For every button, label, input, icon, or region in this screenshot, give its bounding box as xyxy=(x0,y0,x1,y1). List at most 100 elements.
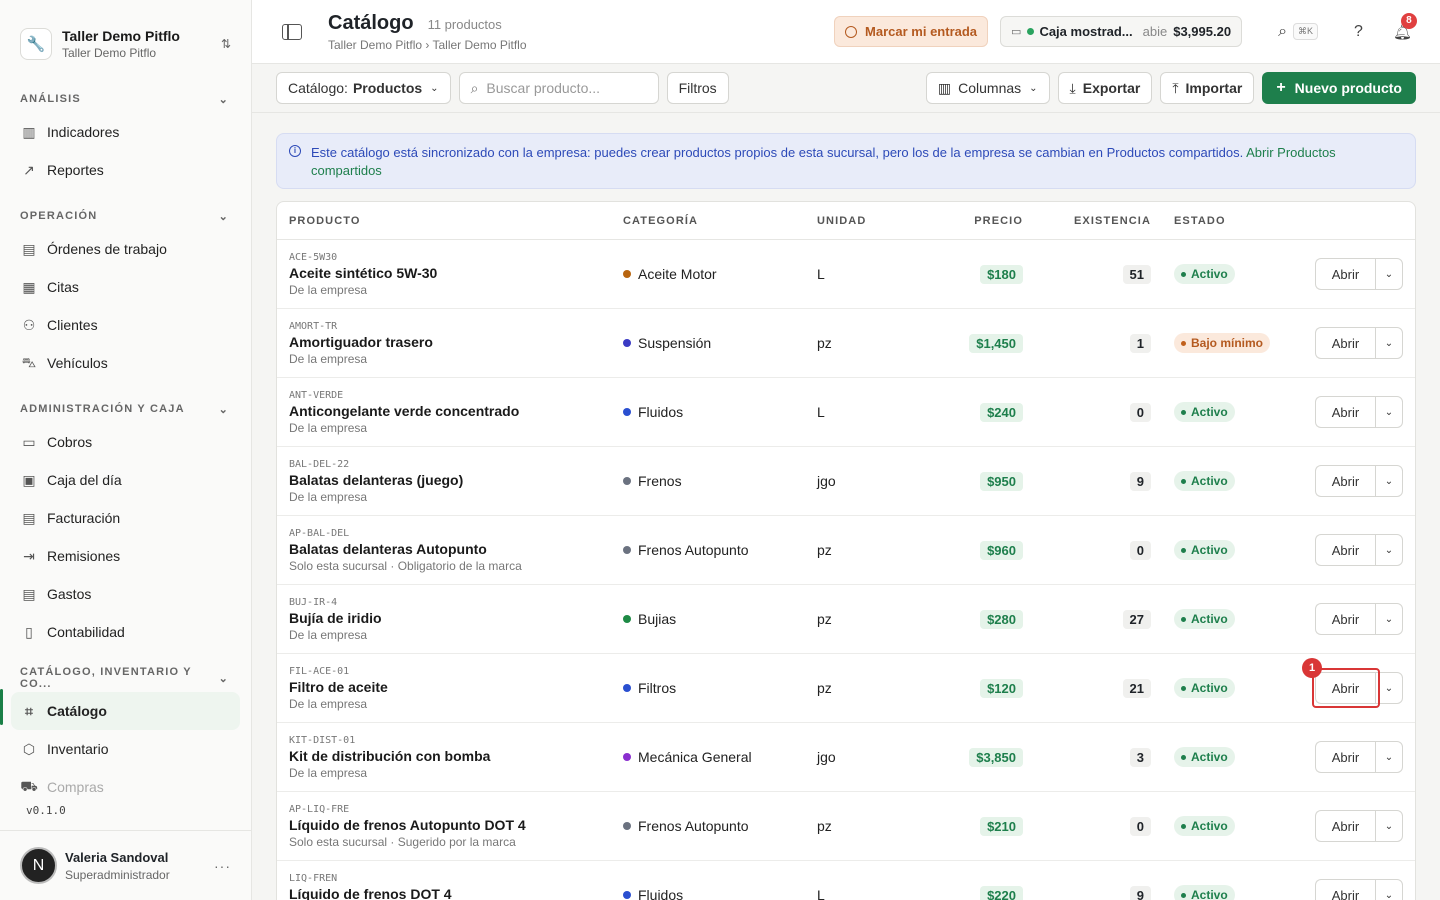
category-label: Fluidos xyxy=(638,887,684,900)
product-name: Balatas delanteras (juego) xyxy=(289,471,464,488)
open-button[interactable]: Abrir xyxy=(1315,603,1375,635)
chevron-down-icon[interactable]: ⌄ xyxy=(1375,258,1403,290)
sidebar-item-facturacion[interactable]: ▤ Facturación xyxy=(0,499,251,537)
sidebar-section-header[interactable]: ANÁLISIS ⌄ xyxy=(0,89,251,109)
cash-register-selector[interactable]: ▭ Caja mostrad... abie $3,995.20 xyxy=(1000,16,1243,47)
chevron-down-icon[interactable]: ⌄ xyxy=(1375,534,1403,566)
product-name: Filtro de aceite xyxy=(289,678,388,695)
chevron-updown-icon[interactable]: ⇅ xyxy=(221,37,231,51)
wrench-icon: 🔧 xyxy=(20,28,52,60)
row-actions: Abrir ⌄ xyxy=(1315,741,1403,773)
chevron-down-icon[interactable]: ⌄ xyxy=(1375,810,1403,842)
register-name: Caja mostrad... xyxy=(1039,24,1133,39)
sidebar-section-header[interactable]: OPERACIÓN ⌄ xyxy=(0,206,251,226)
table-row[interactable]: BUJ-IR-4 Bujía de iridio De la empresa Buji… xyxy=(277,585,1415,654)
sidebar-item-catalogo[interactable]: ⌗ Catálogo xyxy=(11,692,240,730)
col-header-unit[interactable]: UNIDAD xyxy=(817,215,917,227)
product-sku: ANT-VERDE xyxy=(289,389,344,401)
chevron-down-icon[interactable]: ⌄ xyxy=(1375,879,1403,900)
filters-button[interactable]: Filtros xyxy=(666,72,729,104)
sidebar-item-compras[interactable]: ⛟ Compras xyxy=(0,768,251,806)
search-icon[interactable]: ⌕ xyxy=(1278,23,1287,41)
open-button[interactable]: Abrir xyxy=(1315,810,1375,842)
sidebar-item-gastos[interactable]: ▤ Gastos xyxy=(0,575,251,613)
col-header-product[interactable]: PRODUCTO xyxy=(277,215,623,227)
table-row[interactable]: AMORT-TR Amortiguador trasero De la empres… xyxy=(277,309,1415,378)
status-dot xyxy=(1181,271,1186,277)
columns-icon: ▥ xyxy=(937,79,952,96)
status-label: Bajo mínimo xyxy=(1191,336,1264,351)
catalog-select[interactable]: Catálogo: Productos ⌄ xyxy=(276,72,451,104)
stock-badge: 1 xyxy=(1129,333,1151,353)
more-icon[interactable]: ··· xyxy=(214,858,231,874)
table-row[interactable]: LIQ-FRENLíquido de frenos DOT 4De la emp… xyxy=(277,861,1415,900)
bell-icon[interactable]: 🔔︎ 8 xyxy=(1393,12,1417,41)
row-actions: Abrir ⌄ xyxy=(1315,465,1403,497)
product-origin: Solo esta sucursal · Obligatorio de la m… xyxy=(289,558,522,573)
open-button[interactable]: Abrir xyxy=(1315,879,1375,900)
table-row[interactable]: KIT-DIST-01 Kit de distribución con bomba… xyxy=(277,723,1415,792)
chevron-down-icon[interactable]: ⌄ xyxy=(1375,396,1403,428)
chart-bar-icon: ▥ xyxy=(22,123,36,140)
sidebar-item-vehiculos[interactable]: ⛍ Vehículos xyxy=(0,344,251,382)
open-button[interactable]: Abrir xyxy=(1315,327,1375,359)
sidebar-item-caja-del-dia[interactable]: ▣ Caja del día xyxy=(0,461,251,499)
open-button[interactable]: Abrir xyxy=(1315,465,1375,497)
table-row[interactable]: FIL-ACE-01 Filtro de aceite De la empresa F… xyxy=(277,654,1415,723)
search-icon: ⌕ xyxy=(470,79,479,96)
open-button[interactable]: Abrir xyxy=(1315,258,1375,290)
sidebar-item-remisiones[interactable]: ⇥ Remisiones xyxy=(0,537,251,575)
open-button[interactable]: Abrir xyxy=(1315,741,1375,773)
open-button[interactable]: Abrir xyxy=(1315,396,1375,428)
chevron-down-icon[interactable]: ⌄ xyxy=(1375,741,1403,773)
sidebar-section-header[interactable]: ADMINISTRACIÓN Y CAJA ⌄ xyxy=(0,399,251,419)
col-header-state[interactable]: ESTADO xyxy=(1151,215,1291,227)
sidebar-item-citas[interactable]: ▦ Citas xyxy=(0,268,251,306)
sidebar-item-contabilidad[interactable]: ▯ Contabilidad xyxy=(0,613,251,651)
help-icon[interactable]: ? xyxy=(1354,23,1363,41)
table-row[interactable]: AP-LIQ-FRE Líquido de frenos Autopunto DO… xyxy=(277,792,1415,861)
export-button[interactable]: ⤓ Exportar xyxy=(1057,72,1153,104)
chevron-down-icon[interactable]: ⌄ xyxy=(1375,465,1403,497)
table-row[interactable]: ACE-5W30 Aceite sintético 5W-30 De la empr… xyxy=(277,240,1415,309)
chevron-down-icon[interactable]: ⌄ xyxy=(1375,672,1403,704)
sidebar-section-header[interactable]: CATÁLOGO, INVENTARIO Y CO... ⌄ xyxy=(0,666,251,690)
category-dot xyxy=(623,684,631,692)
export-label: Exportar xyxy=(1082,80,1141,96)
col-header-category[interactable]: CATEGORÍA xyxy=(623,215,817,227)
open-button[interactable]: Abrir xyxy=(1315,672,1375,704)
open-button[interactable]: Abrir xyxy=(1315,534,1375,566)
status-badge: Activo xyxy=(1174,678,1235,699)
col-header-stock[interactable]: EXISTENCIA xyxy=(1023,215,1151,227)
clock-icon xyxy=(845,25,858,38)
sidebar-item-ordenes-de-trabajo[interactable]: ▤ Órdenes de trabajo xyxy=(0,230,251,268)
sidebar-item-cobros[interactable]: ▭ Cobros xyxy=(0,423,251,461)
upload-icon: ⤒ xyxy=(1172,79,1179,96)
chevron-down-icon[interactable]: ⌄ xyxy=(1375,327,1403,359)
workspace-switcher[interactable]: 🔧 Taller Demo Pitflo Taller Demo Pitflo … xyxy=(0,0,251,70)
col-header-price[interactable]: PRECIO xyxy=(917,215,1023,227)
clock-in-button[interactable]: Marcar mi entrada xyxy=(834,16,989,47)
sidebar-item-clientes[interactable]: ⚇ Clientes xyxy=(0,306,251,344)
content: i Este catálogo está sincronizado con la… xyxy=(252,113,1440,900)
table-row[interactable]: AP-BAL-DEL Balatas delanteras Autopunto So… xyxy=(277,516,1415,585)
row-actions: Abrir ⌄ xyxy=(1315,810,1403,842)
product-name: Anticongelante verde concentrado xyxy=(289,402,520,419)
notification-badge: 8 xyxy=(1400,12,1417,29)
table-row[interactable]: ANT-VERDE Anticongelante verde concentrad… xyxy=(277,378,1415,447)
import-button[interactable]: ⤒ Importar xyxy=(1160,72,1255,104)
sidebar-item-reportes[interactable]: ↗ Reportes xyxy=(0,151,251,189)
sidebar-item-inventario[interactable]: ⬡ Inventario xyxy=(0,730,251,768)
columns-button[interactable]: ▥ Columnas ⌄ xyxy=(925,72,1050,104)
sidebar-toggle-icon[interactable] xyxy=(282,23,302,40)
sidebar-item-indicadores[interactable]: ▥ Indicadores xyxy=(0,113,251,151)
unit-label: pz xyxy=(817,611,832,627)
new-product-button[interactable]: + Nuevo producto xyxy=(1262,72,1416,104)
status-dot xyxy=(1181,340,1186,346)
table-row[interactable]: BAL-DEL-22 Balatas delanteras (juego) De l… xyxy=(277,447,1415,516)
user-menu[interactable]: N Valeria Sandoval Superadministrador ··… xyxy=(0,830,251,900)
chevron-down-icon[interactable]: ⌄ xyxy=(1375,603,1403,635)
search-input[interactable]: ⌕ Buscar producto... xyxy=(458,72,659,104)
chevron-down-icon: ⌄ xyxy=(1029,82,1038,94)
status-label: Activo xyxy=(1191,543,1228,558)
